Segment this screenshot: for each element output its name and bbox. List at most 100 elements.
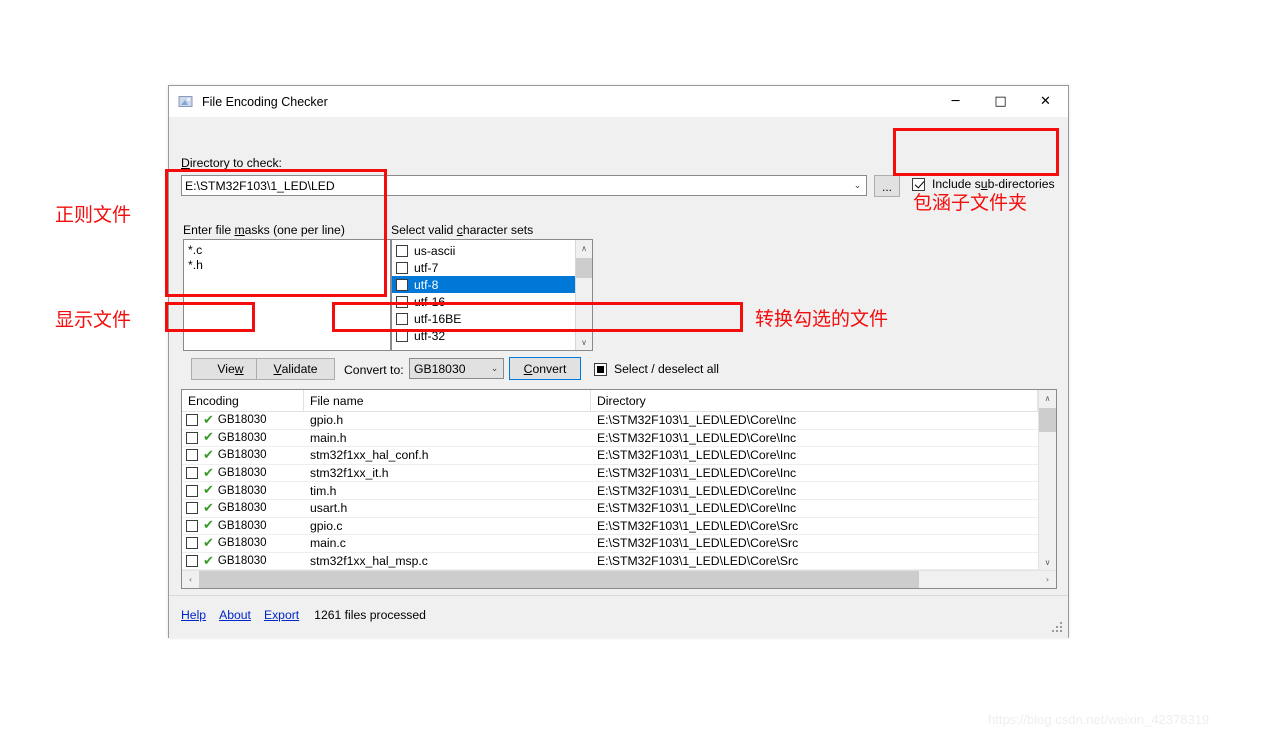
results-table: Encoding File name Directory ✔GB18030gpi… [181,389,1057,589]
status-bar-content: Help About Export 1261 files processed [181,608,426,622]
directory-label: Directory to check: [181,156,282,170]
checkbox-icon[interactable] [396,330,408,342]
scrollbar-thumb[interactable] [1039,408,1056,432]
annotation-label-subdirs: 包涵子文件夹 [913,188,1027,215]
scrollbar-track[interactable] [919,571,1039,588]
validate-button[interactable]: Validate [256,358,335,380]
file-masks-label: Enter file masks (one per line) [183,223,345,237]
table-body-column: Encoding File name Directory ✔GB18030gpi… [182,390,1038,570]
file-masks-textarea[interactable]: *.c *.h [183,239,391,351]
row-checkbox-icon[interactable] [186,432,198,444]
row-checkbox-icon[interactable] [186,467,198,479]
charset-label: utf-8 [414,278,438,292]
file-encoding-checker-window: File Encoding Checker ─ □ ✕ Directory to… [168,85,1069,638]
table-row[interactable]: ✔GB18030main.cE:\STM32F103\1_LED\LED\Cor… [182,535,1038,553]
convert-button[interactable]: Convert [509,357,581,380]
minimize-icon[interactable]: ─ [933,86,978,117]
row-checkbox-icon[interactable] [186,414,198,426]
scroll-left-icon[interactable]: ‹ [182,571,199,588]
charset-item-utf-8[interactable]: utf-8 [392,276,575,293]
row-checkbox-icon[interactable] [186,485,198,497]
valid-check-icon: ✔ [203,431,214,444]
cell-encoding: ✔GB18030 [182,449,304,462]
row-checkbox-icon[interactable] [186,555,198,567]
scrollbar-thumb[interactable] [576,258,592,278]
export-link[interactable]: Export [264,608,299,622]
cell-encoding: ✔ GB18030 [182,431,304,444]
row-checkbox-icon[interactable] [186,537,198,549]
encoding-label: GB18030 [218,432,267,444]
charsets-listbox[interactable]: us-ascii utf-7 utf-8 utf-16 utf-16BE [391,239,593,351]
checkbox-icon[interactable] [396,279,408,291]
close-icon[interactable]: ✕ [1023,86,1068,117]
browse-directory-button[interactable]: ... [874,175,900,197]
scroll-down-icon[interactable]: ∨ [1039,554,1056,570]
select-deselect-all-label: Select / deselect all [614,362,719,376]
checkbox-icon[interactable] [396,262,408,274]
annotation-label-convert: 转换勾选的文件 [755,304,888,331]
column-header-directory[interactable]: Directory [591,390,1038,411]
table-row[interactable]: ✔GB18030tim.hE:\STM32F103\1_LED\LED\Core… [182,482,1038,500]
convert-to-select[interactable]: GB18030 ⌄ [409,358,504,379]
table-rows: ✔ GB18030 gpio.h E:\STM32F103\1_LED\LED\Cor… [182,412,1038,570]
cell-encoding: ✔GB18030 [182,519,304,532]
window-title: File Encoding Checker [202,95,328,109]
select-deselect-all-checkbox[interactable]: Select / deselect all [594,362,719,376]
chevron-down-icon[interactable]: ⌄ [486,364,503,374]
charset-item-utf-16[interactable]: utf-16 [392,293,575,310]
table-row[interactable]: ✔GB18030gpio.cE:\STM32F103\1_LED\LED\Cor… [182,518,1038,536]
cell-directory: E:\STM32F103\1_LED\LED\Core\Src [591,554,1038,568]
table-vertical-scrollbar[interactable]: ∧ ∨ [1038,390,1056,570]
checkbox-icon[interactable] [594,363,607,376]
scroll-up-icon[interactable]: ∧ [576,240,592,256]
watermark-text: https://blog.csdn.net/weixin_42378319 [988,712,1209,727]
charset-item-us-ascii[interactable]: us-ascii [392,242,575,259]
encoding-label: GB18030 [218,502,267,514]
table-row[interactable]: ✔GB18030main.hE:\STM32F103\1_LED\LED\Cor… [182,430,1038,448]
cell-directory: E:\STM32F103\1_LED\LED\Core\Inc [591,448,1038,462]
charset-item-utf-7[interactable]: utf-7 [392,259,575,276]
table-row[interactable]: ✔GB18030stm32f1xx_hal_conf.hE:\STM32F103… [182,447,1038,465]
table-row[interactable]: ✔GB18030usart.hE:\STM32F103\1_LED\LED\Co… [182,500,1038,518]
resize-grip[interactable] [1051,622,1063,634]
checkbox-icon[interactable] [396,313,408,325]
about-link[interactable]: About [219,608,251,622]
checkbox-icon[interactable] [396,245,408,257]
cell-directory: E:\STM32F103\1_LED\LED\Core\Src [591,536,1038,550]
cell-file-name: gpio.h [304,413,591,427]
cell-file-name: usart.h [304,501,591,515]
row-checkbox-icon[interactable] [186,520,198,532]
table-row[interactable]: ✔GB18030gpio.hE:\STM32F103\1_LED\LED\Cor… [182,412,1038,430]
row-checkbox-icon[interactable] [186,449,198,461]
encoding-label: GB18030 [218,414,267,426]
row-checkbox-icon[interactable] [186,502,198,514]
maximize-icon[interactable]: □ [978,86,1023,117]
cell-encoding: ✔GB18030 [182,555,304,568]
scroll-up-icon[interactable]: ∧ [1039,390,1056,406]
cell-file-name: tim.h [304,484,591,498]
cell-encoding: ✔GB18030 [182,414,304,427]
directory-combobox[interactable]: E:\STM32F103\1_LED\LED ⌄ [181,175,867,196]
column-header-file-name[interactable]: File name [304,390,591,411]
charset-label: us-ascii [414,244,455,258]
checkbox-icon[interactable] [396,296,408,308]
chevron-down-icon[interactable]: ⌄ [849,181,866,191]
charsets-scrollbar[interactable]: ∧ ∨ [575,240,592,350]
help-link[interactable]: Help [181,608,206,622]
table-horizontal-scrollbar[interactable]: ‹ › [182,570,1056,588]
charset-item-utf-32[interactable]: utf-32 [392,327,575,344]
charset-item-utf-16be[interactable]: utf-16BE [392,310,575,327]
table-row[interactable]: ✔GB18030stm32f1xx_it.hE:\STM32F103\1_LED… [182,465,1038,483]
cell-encoding: ✔GB18030 [182,502,304,515]
valid-check-icon: ✔ [203,537,214,550]
charsets-label: Select valid character sets [391,223,533,237]
column-header-encoding[interactable]: Encoding [182,390,304,411]
cell-file-name: gpio.c [304,519,591,533]
mask-line: *.h [188,258,386,273]
table-row[interactable]: ✔GB18030stm32f1xx_hal_msp.cE:\STM32F103\… [182,553,1038,570]
cell-directory: E:\STM32F103\1_LED\LED\Core\Inc [591,501,1038,515]
charset-label: utf-7 [414,261,438,275]
scrollbar-thumb[interactable] [199,571,919,588]
scroll-right-icon[interactable]: › [1039,571,1056,588]
scroll-down-icon[interactable]: ∨ [576,334,592,350]
